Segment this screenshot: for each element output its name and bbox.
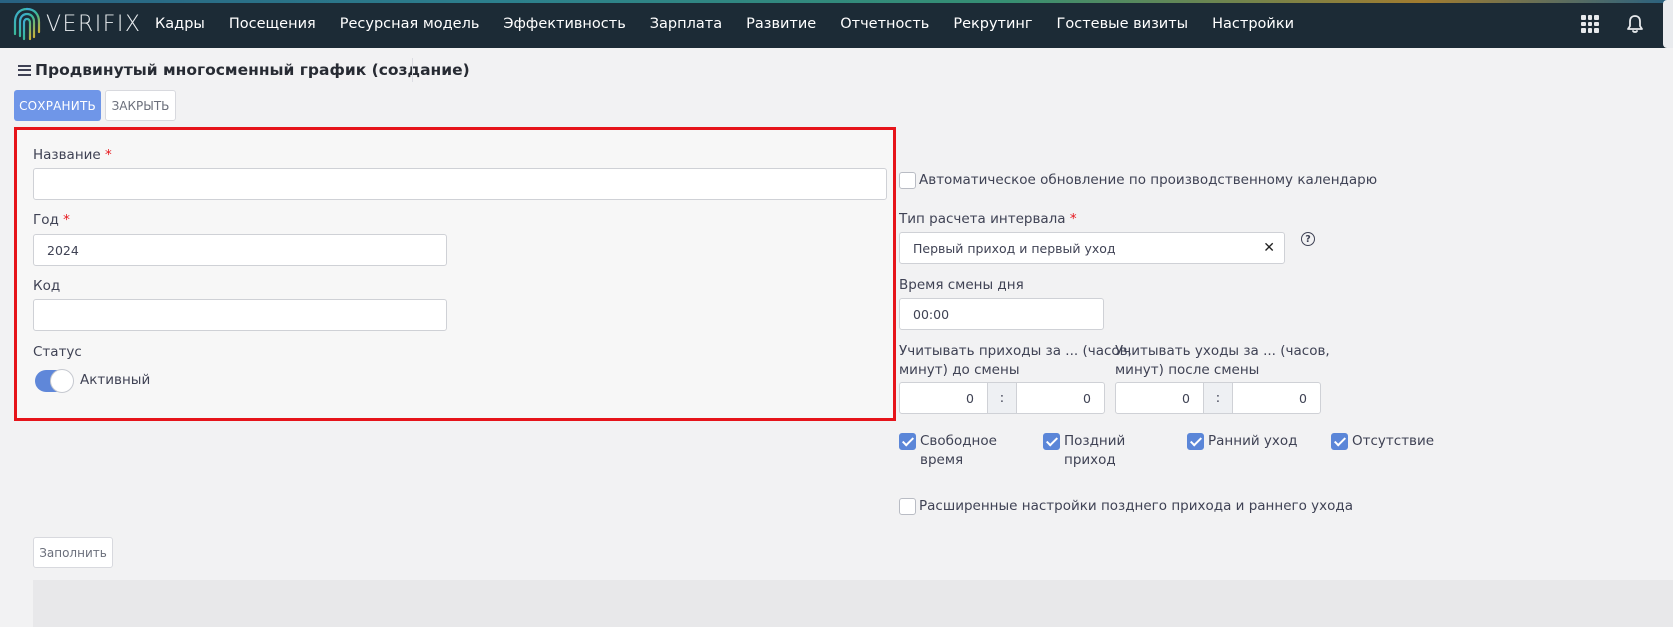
early-leave-label: Ранний уход	[1208, 433, 1298, 449]
free-time-label-line1: Свободное	[920, 433, 997, 449]
auto-update-checkbox[interactable]	[899, 172, 916, 189]
departures-label-line1: Учитывать уходы за ... (часов,	[1115, 343, 1330, 359]
main-nav: Кадры Посещения Ресурсная модель Эффекти…	[155, 0, 1318, 48]
departures-label: Учитывать уходы за ... (часов, минут) по…	[1115, 342, 1330, 380]
auto-update-label: Автоматическое обновление по производств…	[919, 172, 1378, 188]
absence-checkbox[interactable]	[1331, 433, 1348, 450]
year-label-text: Год	[33, 212, 59, 228]
help-icon[interactable]: ?	[1301, 232, 1315, 246]
nav-item-development[interactable]: Развитие	[746, 16, 816, 32]
clear-icon[interactable]: ✕	[1263, 241, 1275, 255]
year-input[interactable]: 2024	[33, 234, 447, 266]
close-button[interactable]: ЗАКРЫТЬ	[105, 90, 176, 121]
save-button[interactable]: СОХРАНИТЬ	[14, 90, 101, 121]
free-time-checkbox[interactable]	[899, 433, 916, 450]
name-label: Название *	[33, 147, 112, 163]
required-mark: *	[1069, 211, 1077, 227]
late-arrival-label: Поздний приход	[1064, 432, 1125, 470]
toggle-knob	[50, 369, 74, 393]
arrivals-label-line2: минут) до смены	[899, 362, 1020, 378]
bell-icon[interactable]	[1625, 14, 1645, 34]
time-separator: :	[988, 382, 1016, 414]
code-input[interactable]	[33, 299, 447, 331]
nav-item-efficiency[interactable]: Эффективность	[503, 16, 625, 32]
bottom-table-area	[33, 580, 1673, 627]
name-input[interactable]	[33, 168, 887, 200]
nav-item-visits[interactable]: Посещения	[229, 16, 316, 32]
nav-item-resource-model[interactable]: Ресурсная модель	[340, 16, 480, 32]
departures-hours-input[interactable]: 0	[1115, 382, 1204, 414]
interval-type-label-text: Тип расчета интервала	[899, 211, 1066, 227]
free-time-label-line2: время	[920, 452, 964, 468]
fill-button[interactable]: Заполнить	[33, 537, 113, 568]
required-mark: *	[105, 147, 112, 163]
arrivals-minutes-input[interactable]: 0	[1016, 382, 1105, 414]
apps-grid-icon[interactable]	[1581, 15, 1599, 33]
status-toggle[interactable]	[35, 369, 74, 393]
arrivals-label-line1: Учитывать приходы за ... (часов,	[899, 343, 1132, 359]
early-leave-checkbox[interactable]	[1187, 433, 1204, 450]
nav-item-reports[interactable]: Отчетность	[840, 16, 929, 32]
nav-item-salary[interactable]: Зарплата	[650, 16, 722, 32]
time-separator: :	[1204, 382, 1232, 414]
arrivals-label: Учитывать приходы за ... (часов, минут) …	[899, 342, 1132, 380]
title-divider	[412, 58, 413, 82]
top-navbar: VERIFIX Кадры Посещения Ресурсная модель…	[0, 0, 1673, 48]
advanced-settings-label: Расширенные настройки позднего прихода и…	[919, 498, 1353, 514]
required-mark: *	[63, 212, 70, 228]
day-change-label: Время смены дня	[899, 277, 1024, 293]
late-arrival-checkbox[interactable]	[1043, 433, 1060, 450]
interval-type-value: Первый приход и первый уход	[913, 240, 1116, 256]
departures-time-group: 0 : 0	[1115, 382, 1321, 414]
departures-label-line2: минут) после смены	[1115, 362, 1260, 378]
arrivals-hours-input[interactable]: 0	[899, 382, 988, 414]
interval-type-select[interactable]: Первый приход и первый уход ✕	[899, 232, 1285, 264]
code-label: Код	[33, 278, 61, 294]
nav-item-guest-visits[interactable]: Гостевые визиты	[1057, 16, 1189, 32]
hamburger-icon[interactable]	[18, 64, 31, 76]
absence-label: Отсутствие	[1352, 433, 1435, 449]
page-header: Продвинутый многосменный график (создани…	[18, 58, 470, 82]
status-value: Активный	[80, 372, 151, 388]
arrivals-time-group: 0 : 0	[899, 382, 1105, 414]
nav-item-kadry[interactable]: Кадры	[155, 16, 205, 32]
day-change-time-input[interactable]: 00:00	[899, 298, 1104, 330]
interval-type-label: Тип расчета интервала *	[899, 210, 1077, 229]
nav-item-settings[interactable]: Настройки	[1212, 16, 1294, 32]
fingerprint-logo-icon	[13, 7, 41, 41]
nav-item-recruiting[interactable]: Рекрутинг	[953, 16, 1032, 32]
side-panel-handle[interactable]	[1663, 0, 1673, 48]
late-arrival-label-line2: приход	[1064, 452, 1116, 468]
status-label: Статус	[33, 344, 82, 360]
late-arrival-label-line1: Поздний	[1064, 433, 1126, 449]
advanced-settings-checkbox[interactable]	[899, 498, 916, 515]
free-time-label: Свободное время	[920, 432, 997, 470]
departures-minutes-input[interactable]: 0	[1232, 382, 1321, 414]
year-label: Год *	[33, 212, 70, 228]
name-label-text: Название	[33, 147, 101, 163]
logo-text: VERIFIX	[46, 11, 142, 37]
page-title: Продвинутый многосменный график (создани…	[35, 61, 470, 79]
logo[interactable]: VERIFIX	[12, 6, 141, 42]
navbar-actions	[1581, 0, 1673, 48]
